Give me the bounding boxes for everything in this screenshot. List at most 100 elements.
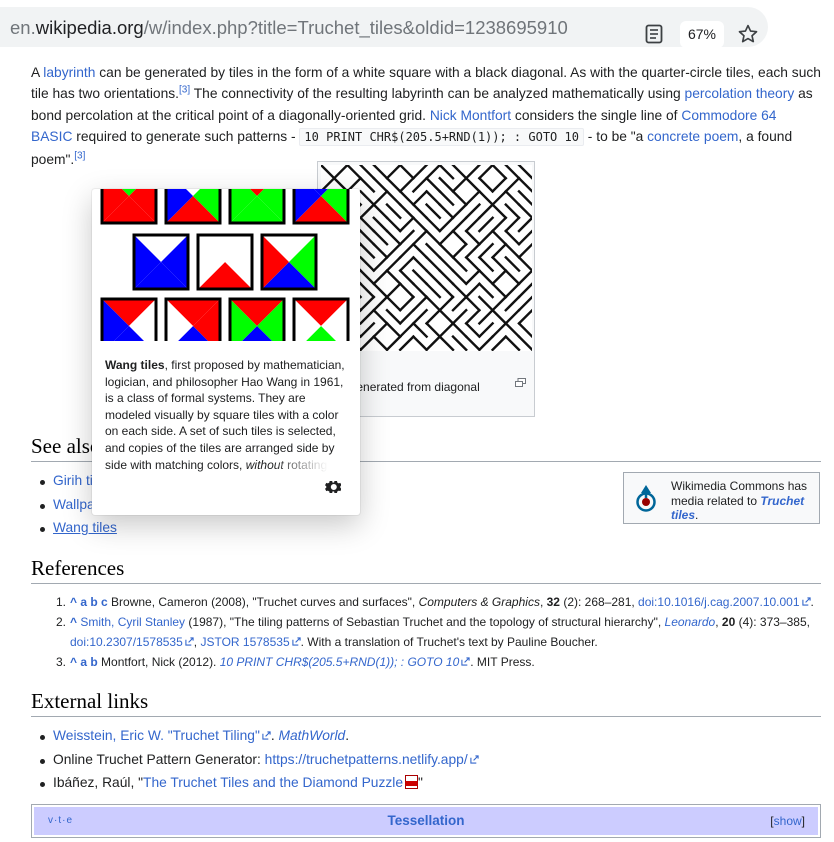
gear-icon[interactable] [325, 479, 341, 495]
link-percolation-theory[interactable]: percolation theory [685, 86, 795, 101]
text: A [31, 65, 44, 80]
maze-segment [424, 163, 442, 180]
address-bar[interactable]: en.wikipedia.org/w/index.php?title=Truch… [0, 7, 768, 48]
citation-3[interactable]: [3] [179, 85, 190, 96]
link-journal[interactable]: Leonardo [665, 615, 716, 629]
maze-segment [385, 334, 402, 352]
maze-segment [424, 242, 442, 260]
maze-segment [411, 295, 429, 312]
maze-segment [385, 189, 402, 207]
link-tessellation[interactable]: Tessellation [387, 813, 464, 828]
back-link[interactable]: ^ a b c [70, 595, 108, 609]
pdf-icon [405, 775, 419, 789]
maze-segment [451, 229, 468, 246]
maze-segment [490, 268, 508, 286]
maze-segment [358, 189, 376, 207]
back-link[interactable]: ^ a b [70, 655, 98, 669]
maze-segment [424, 216, 442, 233]
preview-title: Wang tiles [105, 358, 165, 372]
maze-segment [358, 163, 376, 180]
maze-segment [464, 255, 482, 273]
show-button[interactable]: show [774, 814, 802, 828]
maze-segment [517, 163, 534, 180]
reference-item: 3. ^ a b Montfort, Nick (2012). 10 PRINT… [56, 652, 816, 672]
references-list: 1. ^ a b c Browne, Cameron (2008), "Truc… [56, 592, 816, 672]
maze-segment [411, 321, 429, 339]
maze-segment [398, 282, 416, 299]
maze-segment [358, 282, 376, 299]
volume: 20 [721, 615, 736, 629]
text: considers the single line of [511, 107, 682, 123]
maze-segment [372, 308, 389, 326]
url-text[interactable]: en.wikipedia.org/w/index.php?title=Truch… [10, 17, 568, 39]
link-concrete-poem[interactable]: concrete poem [647, 129, 738, 144]
maze-segment [411, 282, 429, 299]
wang-tile [100, 189, 158, 225]
bookmark-star-icon[interactable] [737, 23, 759, 45]
link-doi[interactable]: doi:10.2307/1578535 [70, 635, 183, 649]
maze-segment [477, 295, 495, 312]
external-link-icon [470, 754, 479, 764]
maze-segment [517, 308, 534, 326]
maze-segment [490, 189, 508, 207]
page-preview-popup[interactable]: Wang tiles, first proposed by mathematic… [92, 189, 360, 515]
back-link[interactable]: ^ [70, 615, 77, 629]
maze-segment [424, 308, 442, 326]
list-item: Wang tiles [31, 517, 154, 541]
maze-segment [411, 268, 429, 286]
preview-image[interactable] [92, 189, 360, 341]
wang-tiles-image [100, 189, 350, 341]
text: The connectivity of the resulting labyri… [190, 86, 685, 102]
enlarge-icon[interactable] [515, 378, 526, 387]
link-nick-montfort[interactable]: Nick Montfort [430, 108, 511, 123]
reading-mode-icon[interactable] [645, 24, 663, 44]
maze-segment [504, 295, 521, 312]
text: . [810, 595, 814, 609]
link-book[interactable]: 10 PRINT CHR$(205.5+RND(1)); : GOTO 10 [220, 655, 460, 669]
maze-segment [438, 308, 455, 326]
text: Browne, Cameron (2008), "Truchet curves … [107, 595, 419, 609]
link-mathworld[interactable]: MathWorld [279, 728, 346, 743]
link-mathworld-truchet-tiling[interactable]: Weisstein, Eric W. "Truchet Tiling" [53, 728, 260, 743]
link-author[interactable]: Smith, Cyril Stanley [80, 615, 185, 629]
maze-segment [517, 268, 534, 286]
maze-segment [490, 334, 508, 352]
citation-3-second[interactable]: [3] [74, 150, 85, 161]
maze-segment [451, 189, 468, 207]
maze-segment [490, 216, 508, 233]
url-domain: wikipedia.org [35, 17, 144, 38]
volume: 32 [546, 595, 560, 609]
maze-segment [385, 163, 402, 180]
maze-segment [464, 176, 482, 194]
maze-segment [438, 216, 455, 233]
zoom-level-badge[interactable]: 67% [680, 21, 724, 48]
maze-segment [504, 268, 521, 286]
maze-segment [358, 176, 376, 194]
maze-segment [385, 229, 402, 246]
external-links-list: Weisstein, Eric W. "Truchet Tiling". Mat… [31, 725, 479, 796]
navbox-toggle[interactable]: [show] [770, 814, 805, 828]
maze-segment [424, 295, 442, 312]
maze-segment [451, 242, 468, 260]
maze-segment [464, 282, 482, 299]
maze-segment [451, 216, 468, 233]
maze-segment [477, 282, 495, 299]
link-labyrinth[interactable]: labyrinth [43, 65, 95, 80]
maze-segment [438, 334, 455, 352]
link-diamond-puzzle[interactable]: The Truchet Tiles and the Diamond Puzzle [143, 775, 403, 790]
reference-number: 3. [56, 655, 67, 669]
external-link-icon [291, 637, 301, 646]
maze-segment [438, 176, 455, 194]
link-wang-tiles[interactable]: Wang tiles [53, 520, 117, 535]
maze-segment [451, 163, 468, 180]
maze-segment [438, 242, 455, 260]
list-item: Ibáñez, Raúl, "The Truchet Tiles and the… [31, 772, 479, 796]
maze-segment [398, 308, 416, 326]
link-doi[interactable]: doi:10.1016/j.cag.2007.10.001 [638, 595, 799, 609]
text-fade [272, 455, 352, 473]
maze-segment [398, 268, 416, 286]
link-jstor[interactable]: JSTOR 1578535 [200, 635, 289, 649]
maze-segment [372, 282, 389, 299]
link-truchet-pattern-generator[interactable]: https://truchetpatterns.netlify.app/ [265, 752, 468, 767]
external-links-heading: External links [31, 689, 821, 717]
